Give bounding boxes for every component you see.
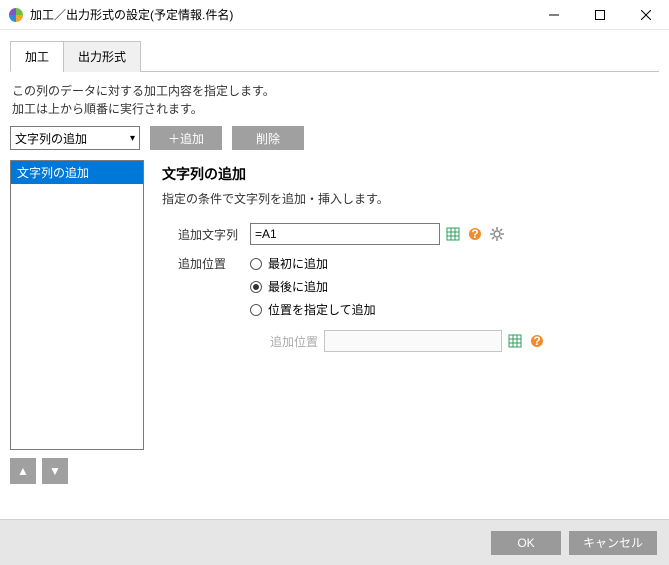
radio-label: 最初に追加: [268, 255, 328, 272]
radio-icon: [250, 304, 262, 316]
operation-combobox[interactable]: 文字列の追加 ▾: [10, 126, 140, 150]
radio-prepend[interactable]: 最初に追加: [250, 255, 546, 272]
maximize-button[interactable]: [577, 0, 623, 30]
ok-button[interactable]: OK: [491, 531, 561, 555]
radio-label: 位置を指定して追加: [268, 301, 376, 318]
description-line1: この列のデータに対する加工内容を指定します。: [12, 82, 657, 100]
app-icon: [8, 7, 24, 23]
move-down-button[interactable]: ▼: [42, 458, 68, 484]
add-string-input[interactable]: [250, 223, 440, 245]
gear-icon[interactable]: [488, 225, 506, 243]
radio-icon: [250, 258, 262, 270]
move-up-button[interactable]: ▲: [10, 458, 36, 484]
chevron-down-icon: ▾: [130, 133, 135, 144]
radio-label: 最後に追加: [268, 278, 328, 295]
titlebar: 加工／出力形式の設定(予定情報.件名): [0, 0, 669, 30]
window-title: 加工／出力形式の設定(予定情報.件名): [30, 6, 531, 23]
position-label: 追加位置: [270, 333, 324, 350]
dialog-footer: OK キャンセル: [0, 519, 669, 565]
minimize-button[interactable]: [531, 0, 577, 30]
help-icon[interactable]: ?: [466, 225, 484, 243]
list-item[interactable]: 文字列の追加: [11, 161, 143, 184]
cancel-button[interactable]: キャンセル: [569, 531, 657, 555]
tab-output-format[interactable]: 出力形式: [63, 41, 141, 72]
tab-processing[interactable]: 加工: [10, 41, 64, 72]
grid-picker-icon[interactable]: [444, 225, 462, 243]
detail-heading: 文字列の追加: [162, 164, 659, 184]
detail-panel: 文字列の追加 指定の条件で文字列を追加・挿入します。 追加文字列 ? 追加位置 …: [162, 160, 659, 484]
delete-button[interactable]: 削除: [232, 126, 304, 150]
description-line2: 加工は上から順番に実行されます。: [12, 100, 657, 118]
operations-listbox[interactable]: 文字列の追加: [10, 160, 144, 450]
grid-picker-icon[interactable]: [506, 332, 524, 350]
tab-bar: 加工 出力形式: [10, 40, 659, 72]
position-input: [324, 330, 502, 352]
svg-text:?: ?: [471, 227, 478, 241]
detail-subheading: 指定の条件で文字列を追加・挿入します。: [162, 190, 659, 207]
arrow-up-icon: ▲: [17, 464, 29, 478]
add-string-label: 追加文字列: [162, 226, 250, 243]
radio-position[interactable]: 位置を指定して追加: [250, 301, 546, 318]
operation-combobox-value: 文字列の追加: [15, 130, 87, 147]
svg-text:?: ?: [533, 334, 540, 348]
close-button[interactable]: [623, 0, 669, 30]
add-pos-label: 追加位置: [162, 255, 250, 272]
help-icon[interactable]: ?: [528, 332, 546, 350]
description: この列のデータに対する加工内容を指定します。 加工は上から順番に実行されます。: [12, 82, 657, 118]
arrow-down-icon: ▼: [49, 464, 61, 478]
radio-append[interactable]: 最後に追加: [250, 278, 546, 295]
radio-icon: [250, 281, 262, 293]
add-button[interactable]: ＋追加: [150, 126, 222, 150]
